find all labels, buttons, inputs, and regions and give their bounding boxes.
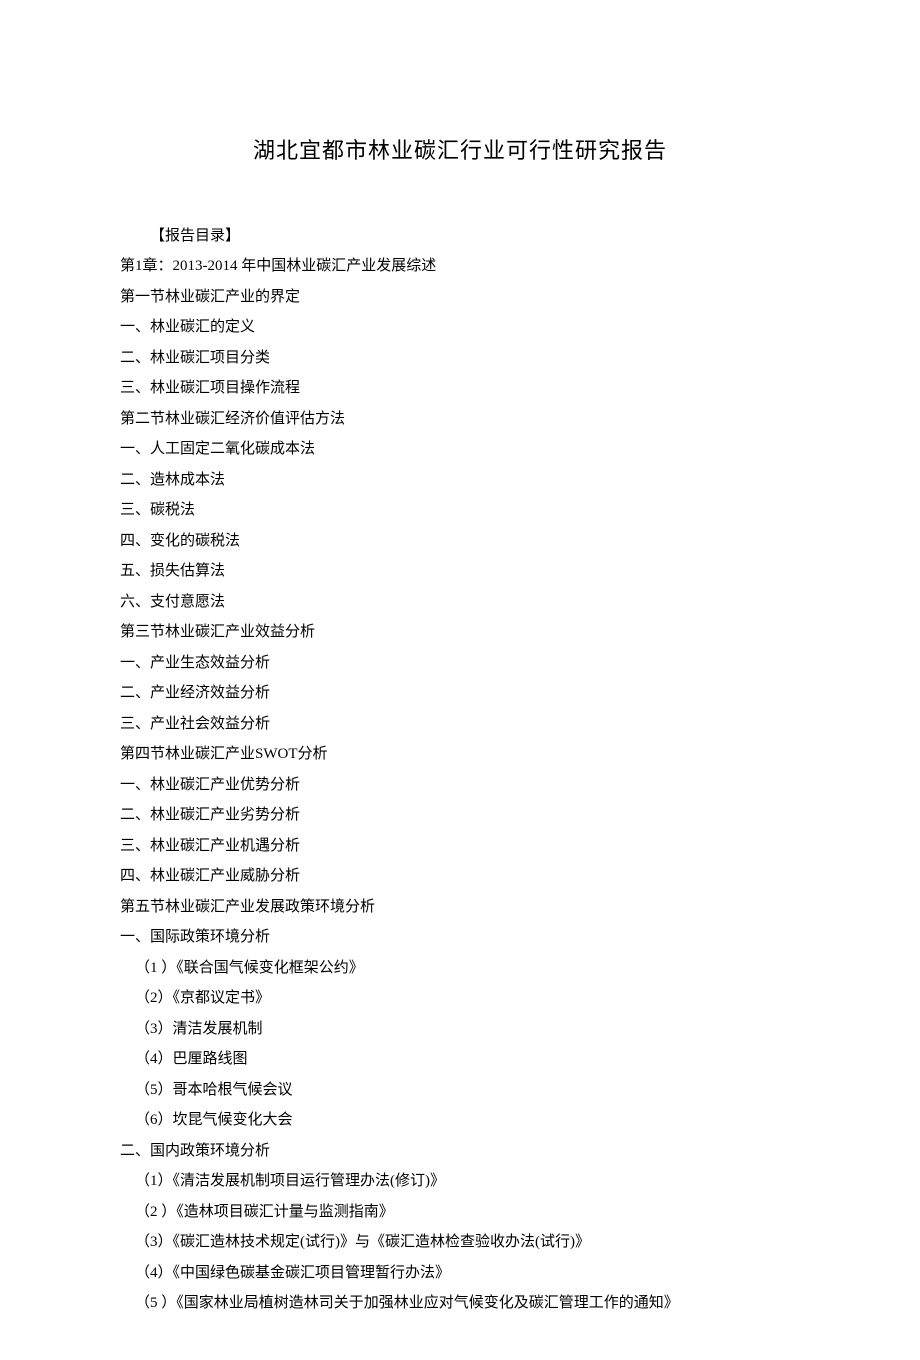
toc-subline: （2 ）《造林项目碳汇计量与监测指南》: [120, 1198, 800, 1227]
toc-subline: （1）《清洁发展机制项目运行管理办法(修订)》: [120, 1167, 800, 1196]
toc-line: 五、损失估算法: [120, 557, 800, 586]
toc-line: 一、人工固定二氧化碳成本法: [120, 435, 800, 464]
toc-subline: （4）巴厘路线图: [120, 1045, 800, 1074]
toc-line: 第一节林业碳汇产业的界定: [120, 283, 800, 312]
toc-line: 一、林业碳汇的定义: [120, 313, 800, 342]
toc-line: 三、林业碳汇产业机遇分析: [120, 832, 800, 861]
toc-line: 三、林业碳汇项目操作流程: [120, 374, 800, 403]
toc-subline: （3）清洁发展机制: [120, 1015, 800, 1044]
toc-line: 第三节林业碳汇产业效益分析: [120, 618, 800, 647]
toc-subline: （5）哥本哈根气候会议: [120, 1076, 800, 1105]
toc-subline: （2）《京都议定书》: [120, 984, 800, 1013]
toc-subline: （1 ）《联合国气候变化框架公约》: [120, 954, 800, 983]
toc-line: 六、支付意愿法: [120, 588, 800, 617]
toc-line: 第五节林业碳汇产业发展政策环境分析: [120, 893, 800, 922]
toc-line: 三、碳税法: [120, 496, 800, 525]
document-title: 湖北宜都市林业碳汇行业可行性研究报告: [120, 130, 800, 172]
toc-line: 一、产业生态效益分析: [120, 649, 800, 678]
toc-line: 一、国际政策环境分析: [120, 923, 800, 952]
toc-line: 二、林业碳汇产业劣势分析: [120, 801, 800, 830]
toc-line: 三、产业社会效益分析: [120, 710, 800, 739]
toc-subline: （3）《碳汇造林技术规定(试行)》与《碳汇造林检查验收办法(试行)》: [120, 1228, 800, 1257]
toc-label: 【报告目录】: [120, 222, 800, 251]
toc-line: 二、造林成本法: [120, 466, 800, 495]
toc-line: 二、国内政策环境分析: [120, 1137, 800, 1166]
toc-line: 第四节林业碳汇产业SWOT分析: [120, 740, 800, 769]
toc-line: 二、林业碳汇项目分类: [120, 344, 800, 373]
toc-line: 四、林业碳汇产业威胁分析: [120, 862, 800, 891]
toc-subline: （4）《中国绿色碳基金碳汇项目管理暂行办法》: [120, 1259, 800, 1288]
toc-subline: （5 ）《国家林业局植树造林司关于加强林业应对气候变化及碳汇管理工作的通知》: [120, 1289, 800, 1318]
toc-line: 二、产业经济效益分析: [120, 679, 800, 708]
toc-line: 第二节林业碳汇经济价值评估方法: [120, 405, 800, 434]
toc-line: 四、变化的碳税法: [120, 527, 800, 556]
toc-line: 第1章：2013-2014 年中国林业碳汇产业发展综述: [120, 252, 800, 281]
toc-subline: （6）坎昆气候变化大会: [120, 1106, 800, 1135]
toc-line: 一、林业碳汇产业优势分析: [120, 771, 800, 800]
